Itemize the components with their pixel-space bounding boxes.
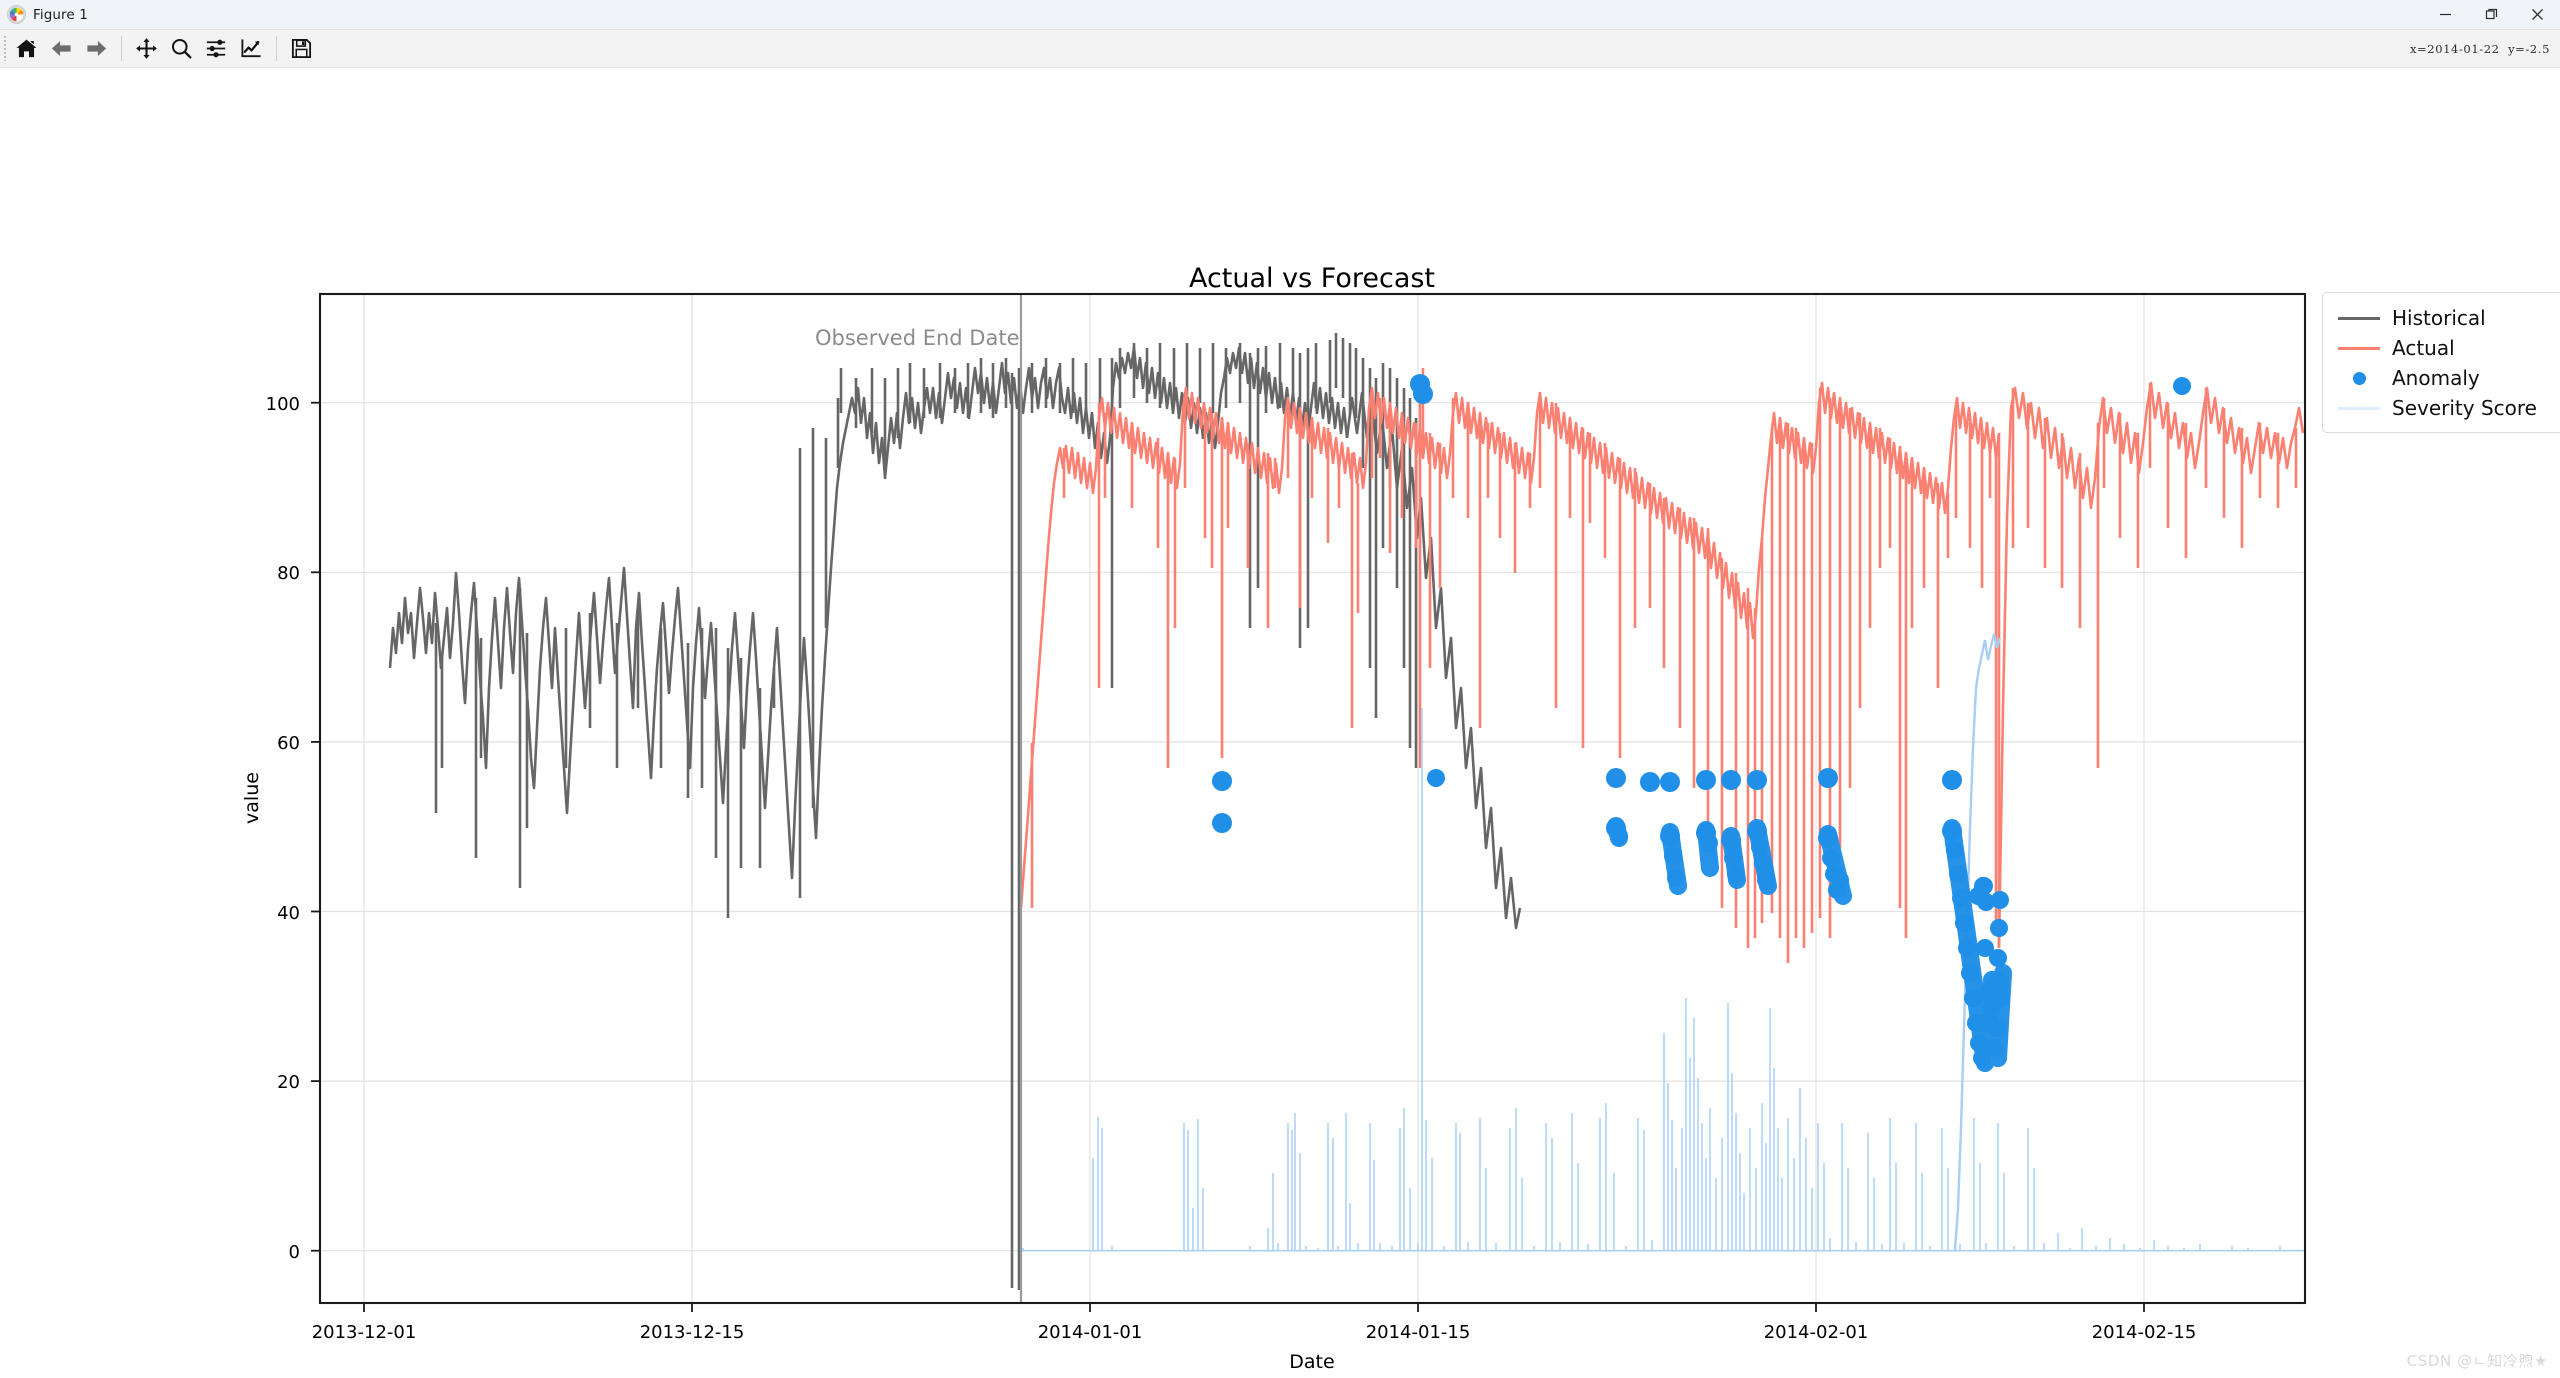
coordinate-readout: x=2014-01-22 y=-2.5 [2409, 41, 2550, 56]
legend-item-actual[interactable]: Actual [2335, 333, 2559, 363]
home-icon[interactable] [10, 32, 43, 65]
forward-arrow-icon[interactable] [80, 32, 113, 65]
chart-legend: Historical Actual Anomaly Severity Score [2322, 292, 2560, 433]
legend-dot-anomaly-icon [2335, 371, 2383, 385]
observed-end-date-label: Observed End Date [815, 326, 1019, 350]
back-arrow-icon[interactable] [45, 32, 78, 65]
window-title: Figure 1 [33, 6, 88, 23]
legend-label: Historical [2392, 306, 2486, 330]
y-tick-label: 20 [277, 1072, 300, 1093]
minimize-button[interactable] [2422, 0, 2468, 29]
y-tick-labels: 0 20 40 60 80 100 [266, 394, 300, 1263]
maximize-button[interactable] [2468, 0, 2514, 29]
x-tick-label: 2014-02-01 [1764, 1322, 1869, 1343]
y-tick-label: 60 [277, 733, 300, 754]
x-tick-label: 2013-12-15 [640, 1322, 745, 1343]
zoom-magnifier-icon[interactable] [165, 32, 198, 65]
legend-line-severity-icon [2335, 406, 2383, 410]
x-tick-label: 2014-02-15 [2092, 1322, 2197, 1343]
legend-line-historical-icon [2335, 316, 2383, 320]
legend-item-severity-score[interactable]: Severity Score [2335, 393, 2559, 423]
toolbar-grip[interactable] [0, 30, 9, 67]
toolbar-separator [276, 36, 277, 61]
toolbar-separator [121, 36, 122, 61]
edit-curve-chart-icon[interactable] [235, 32, 268, 65]
legend-label: Actual [2392, 336, 2455, 360]
matplotlib-icon [7, 5, 26, 24]
y-tick-label: 80 [277, 563, 300, 584]
figure-canvas[interactable]: Observed End Date 0 20 40 60 80 100 2013… [0, 68, 2560, 1378]
pan-move-icon[interactable] [130, 32, 163, 65]
window-controls [2422, 0, 2560, 29]
navigation-toolbar: x=2014-01-22 y=-2.5 [0, 30, 2560, 68]
x-tick-label: 2013-12-01 [312, 1322, 417, 1343]
legend-label: Anomaly [2392, 366, 2480, 390]
x-tick-labels: 2013-12-01 2013-12-15 2014-01-01 2014-01… [312, 1322, 2197, 1343]
title-bar: Figure 1 [0, 0, 2560, 30]
y-tick-label: 100 [266, 394, 300, 415]
chart-title: Actual vs Forecast [1189, 263, 1435, 294]
legend-item-anomaly[interactable]: Anomaly [2335, 363, 2559, 393]
subplot-config-sliders-icon[interactable] [200, 32, 233, 65]
legend-line-actual-icon [2335, 346, 2383, 350]
legend-item-historical[interactable]: Historical [2335, 303, 2559, 333]
save-floppy-icon[interactable] [285, 32, 318, 65]
y-tick-marks [311, 401, 320, 1252]
figure-window: Figure 1 x=2014-01-22 y=-2.5 Observed En… [0, 0, 2560, 1378]
legend-label: Severity Score [2392, 396, 2537, 420]
y-tick-label: 40 [277, 903, 300, 924]
x-tick-label: 2014-01-01 [1038, 1322, 1143, 1343]
plot-svg: Observed End Date 0 20 40 60 80 100 2013… [241, 263, 2307, 1373]
x-tick-label: 2014-01-15 [1366, 1322, 1471, 1343]
close-button[interactable] [2514, 0, 2560, 29]
watermark: CSDN @ㄴ知冷煦★ [2406, 1352, 2548, 1370]
y-axis-title: value [241, 772, 263, 824]
x-axis-title: Date [1289, 1351, 1334, 1373]
title-bar-left: Figure 1 [0, 5, 88, 24]
y-tick-label: 0 [289, 1242, 300, 1263]
x-tick-marks [363, 1303, 2145, 1312]
